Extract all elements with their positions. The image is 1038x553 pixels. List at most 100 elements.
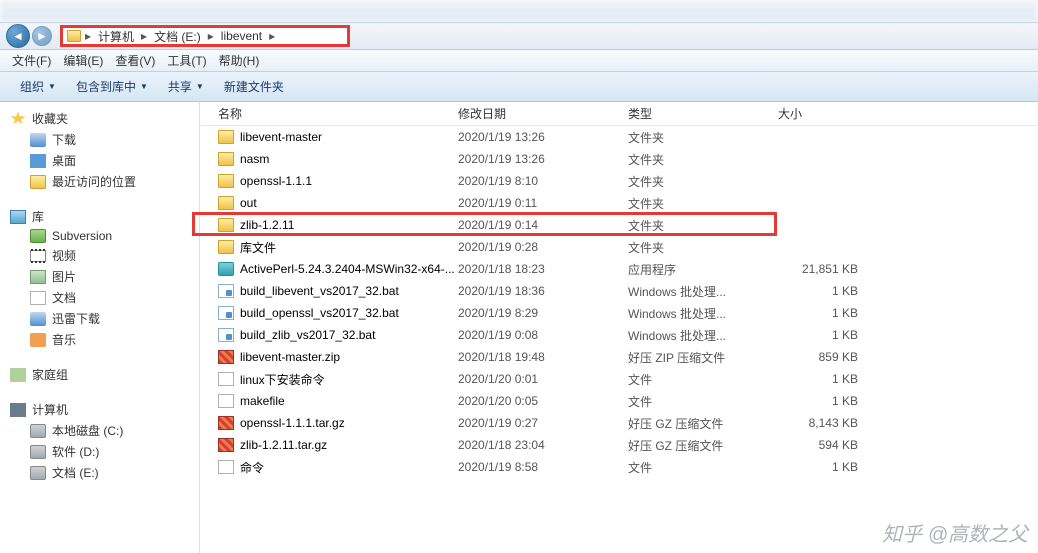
menu-file[interactable]: 文件(F) [6,52,57,69]
disk-icon [30,424,46,438]
sidebar-edisk[interactable]: 文档 (E:) [6,462,199,483]
file-size: 1 KB [778,306,878,320]
file-date: 2020/1/19 13:26 [458,130,628,144]
file-date: 2020/1/20 0:01 [458,372,628,386]
menu-view[interactable]: 查看(V) [109,52,161,69]
crumb-computer[interactable]: 计算机 [95,28,137,45]
tool-share[interactable]: 共享▼ [158,78,214,95]
file-name: libevent-master.zip [240,350,340,364]
folder-icon [218,196,234,210]
file-row[interactable]: makefile2020/1/20 0:05文件1 KB [200,390,1038,412]
col-type[interactable]: 类型 [628,105,778,122]
tool-organize[interactable]: 组织▼ [10,78,66,95]
file-icon [218,394,234,408]
file-list-pane: 名称 修改日期 类型 大小 libevent-master2020/1/19 1… [200,102,1038,553]
file-date: 2020/1/20 0:05 [458,394,628,408]
sidebar-video[interactable]: 视频 [6,245,199,266]
file-row[interactable]: libevent-master2020/1/19 13:26文件夹 [200,126,1038,148]
menu-help[interactable]: 帮助(H) [213,52,266,69]
file-type: 文件夹 [628,217,778,234]
col-date[interactable]: 修改日期 [458,105,628,122]
file-type: 应用程序 [628,261,778,278]
sidebar-desktop[interactable]: 桌面 [6,150,199,171]
file-name: zlib-1.2.11 [240,218,294,232]
file-date: 2020/1/19 0:27 [458,416,628,430]
sidebar-cdisk[interactable]: 本地磁盘 (C:) [6,420,199,441]
file-date: 2020/1/19 8:58 [458,460,628,474]
file-row[interactable]: ActivePerl-5.24.3.2404-MSWin32-x64-...20… [200,258,1038,280]
file-name: openssl-1.1.1.tar.gz [240,416,345,430]
file-row[interactable]: openssl-1.1.1.tar.gz 2020/1/19 0:27好压 GZ … [200,412,1038,434]
file-size: 8,143 KB [778,416,878,430]
sidebar-homegroup[interactable]: 家庭组 [6,364,199,385]
sidebar-recent[interactable]: 最近访问的位置 [6,171,199,192]
file-type: 文件夹 [628,239,778,256]
col-name[interactable]: 名称 [218,105,458,122]
svn-icon [30,229,46,243]
tool-newfolder[interactable]: 新建文件夹 [214,78,294,95]
file-row[interactable]: zlib-1.2.112020/1/19 0:14文件夹 [200,214,1038,236]
bat-icon [218,284,234,298]
file-type: 文件夹 [628,173,778,190]
file-icon [218,372,234,386]
file-size: 21,851 KB [778,262,878,276]
download-icon [30,312,46,326]
sidebar-libraries[interactable]: 库 [6,206,199,227]
sidebar-computer[interactable]: 计算机 [6,399,199,420]
folder-icon [30,175,46,189]
file-row[interactable]: build_zlib_vs2017_32.bat2020/1/19 0:08Wi… [200,324,1038,346]
chevron-down-icon: ▼ [140,82,148,91]
sidebar-ddisk[interactable]: 软件 (D:) [6,441,199,462]
file-date: 2020/1/19 0:28 [458,240,628,254]
sidebar-favorites[interactable]: 收藏夹 [6,108,199,129]
col-size[interactable]: 大小 [778,105,878,122]
menu-tools[interactable]: 工具(T) [161,52,212,69]
address-bar[interactable]: ▸ 计算机 ▸ 文档 (E:) ▸ libevent ▸ [60,25,350,47]
sidebar-svn[interactable]: Subversion [6,227,199,245]
file-row[interactable]: 命令2020/1/19 8:58文件1 KB [200,456,1038,478]
pictures-icon [30,270,46,284]
crumb-drive[interactable]: 文档 (E:) [151,28,204,45]
file-row[interactable]: out2020/1/19 0:11文件夹 [200,192,1038,214]
tool-include[interactable]: 包含到库中▼ [66,78,158,95]
file-size: 859 KB [778,350,878,364]
sidebar-pictures[interactable]: 图片 [6,266,199,287]
crumb-folder[interactable]: libevent [218,29,265,43]
file-row[interactable]: linux下安装命令2020/1/20 0:01文件1 KB [200,368,1038,390]
folder-icon [218,130,234,144]
file-row[interactable]: 库文件2020/1/19 0:28文件夹 [200,236,1038,258]
file-size: 1 KB [778,460,878,474]
file-name: out [240,196,257,210]
menu-bar: 文件(F) 编辑(E) 查看(V) 工具(T) 帮助(H) [0,50,1038,72]
file-row[interactable]: zlib-1.2.11.tar.gz2020/1/18 23:04好压 GZ 压… [200,434,1038,456]
file-size: 1 KB [778,372,878,386]
file-date: 2020/1/19 18:36 [458,284,628,298]
forward-button[interactable]: ► [32,26,52,46]
file-row[interactable]: libevent-master.zip2020/1/18 19:48好压 ZIP… [200,346,1038,368]
file-name: zlib-1.2.11.tar.gz [240,438,327,452]
file-name: build_libevent_vs2017_32.bat [240,284,399,298]
chevron-right-icon: ▸ [85,29,91,43]
column-headers[interactable]: 名称 修改日期 类型 大小 [200,102,1038,126]
file-name: linux下安装命令 [240,371,325,388]
sidebar-xunlei[interactable]: 迅雷下载 [6,308,199,329]
toolbar: 组织▼ 包含到库中▼ 共享▼ 新建文件夹 [0,72,1038,102]
chevron-down-icon: ▼ [196,82,204,91]
back-button[interactable]: ◄ [6,24,30,48]
zip-icon [218,438,234,452]
sidebar-music[interactable]: 音乐 [6,329,199,350]
sidebar-documents[interactable]: 文档 [6,287,199,308]
sidebar-downloads[interactable]: 下载 [6,129,199,150]
nav-bar: ◄ ► ▸ 计算机 ▸ 文档 (E:) ▸ libevent ▸ [0,22,1038,50]
file-row[interactable]: openssl-1.1.12020/1/19 8:10文件夹 [200,170,1038,192]
file-date: 2020/1/19 8:29 [458,306,628,320]
file-row[interactable]: nasm2020/1/19 13:26文件夹 [200,148,1038,170]
file-date: 2020/1/18 23:04 [458,438,628,452]
file-name: build_openssl_vs2017_32.bat [240,306,399,320]
file-type: 好压 GZ 压缩文件 [628,415,778,432]
file-row[interactable]: build_libevent_vs2017_32.bat 2020/1/19 18… [200,280,1038,302]
file-type: 文件夹 [628,151,778,168]
menu-edit[interactable]: 编辑(E) [57,52,109,69]
file-type: 文件 [628,459,778,476]
file-row[interactable]: build_openssl_vs2017_32.bat 2020/1/19 8:2… [200,302,1038,324]
